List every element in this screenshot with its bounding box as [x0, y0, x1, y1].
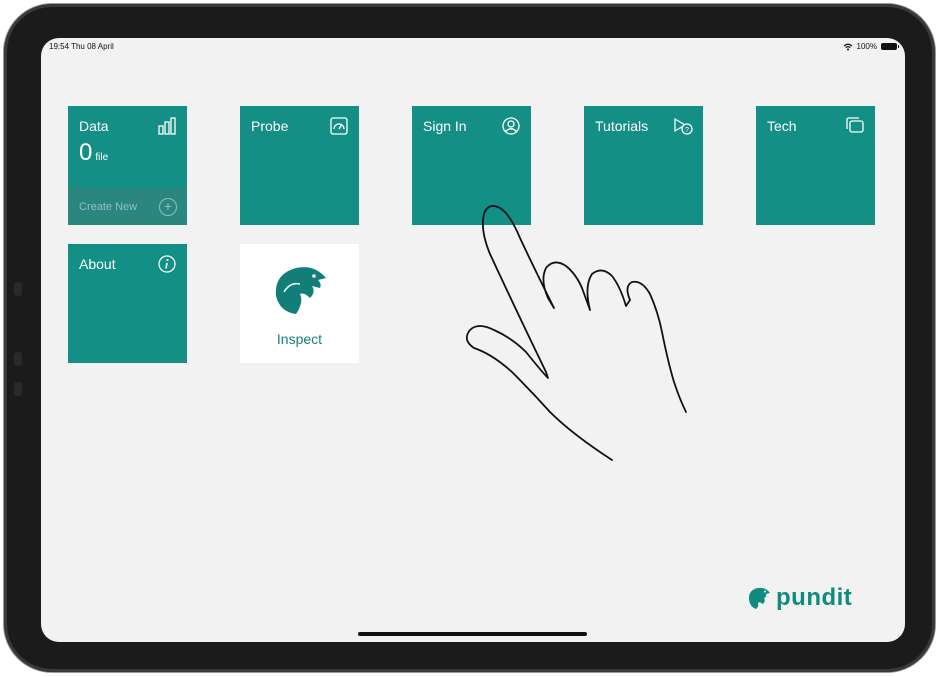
tile-tech[interactable]: Tech [756, 106, 875, 225]
file-count-unit: file [95, 152, 109, 163]
plus-icon: + [159, 197, 177, 216]
cards-icon [845, 116, 865, 136]
tile-about[interactable]: About [68, 244, 187, 363]
status-right: 100% [843, 42, 899, 51]
hand-pointer-icon [465, 205, 687, 461]
info-icon [157, 254, 177, 274]
tile-sign-in-label: Sign In [423, 118, 467, 134]
tile-about-label: About [79, 256, 116, 272]
eagle-brand-icon [748, 587, 770, 609]
tile-probe[interactable]: Probe [240, 106, 359, 225]
gauge-icon [329, 116, 349, 136]
wifi-icon [843, 43, 852, 50]
create-new-label: Create New [79, 200, 138, 213]
status-bar: 19:54 Thu 08 April 100% [49, 42, 899, 54]
user-icon [501, 116, 521, 136]
tile-tech-label: Tech [767, 118, 797, 134]
bar-chart-icon [157, 116, 177, 136]
side-button [14, 382, 22, 396]
home-indicator[interactable] [358, 632, 587, 636]
brand-logo: pundit [746, 584, 852, 612]
create-new-button[interactable]: Create New + [68, 188, 187, 225]
brand-name: pundit [776, 584, 853, 611]
tile-tutorials-label: Tutorials [595, 118, 649, 134]
side-button [14, 282, 22, 296]
tile-probe-label: Probe [251, 118, 289, 134]
tile-data[interactable]: Data 0 file Create New + [68, 106, 187, 225]
tile-inspect-label: Inspect [276, 331, 323, 347]
play-help-icon: ? [673, 116, 693, 136]
file-count: 0 file [79, 139, 108, 167]
eagle-logo-icon [270, 262, 330, 322]
battery-percent: 100% [856, 42, 877, 51]
tile-inspect[interactable]: Inspect [240, 244, 359, 363]
status-time: 19:54 Thu 08 April [49, 42, 114, 51]
file-count-value: 0 [79, 139, 93, 166]
tile-data-label: Data [79, 118, 109, 134]
battery-icon [881, 43, 899, 50]
svg-text:?: ? [685, 127, 689, 134]
side-button [14, 352, 22, 366]
